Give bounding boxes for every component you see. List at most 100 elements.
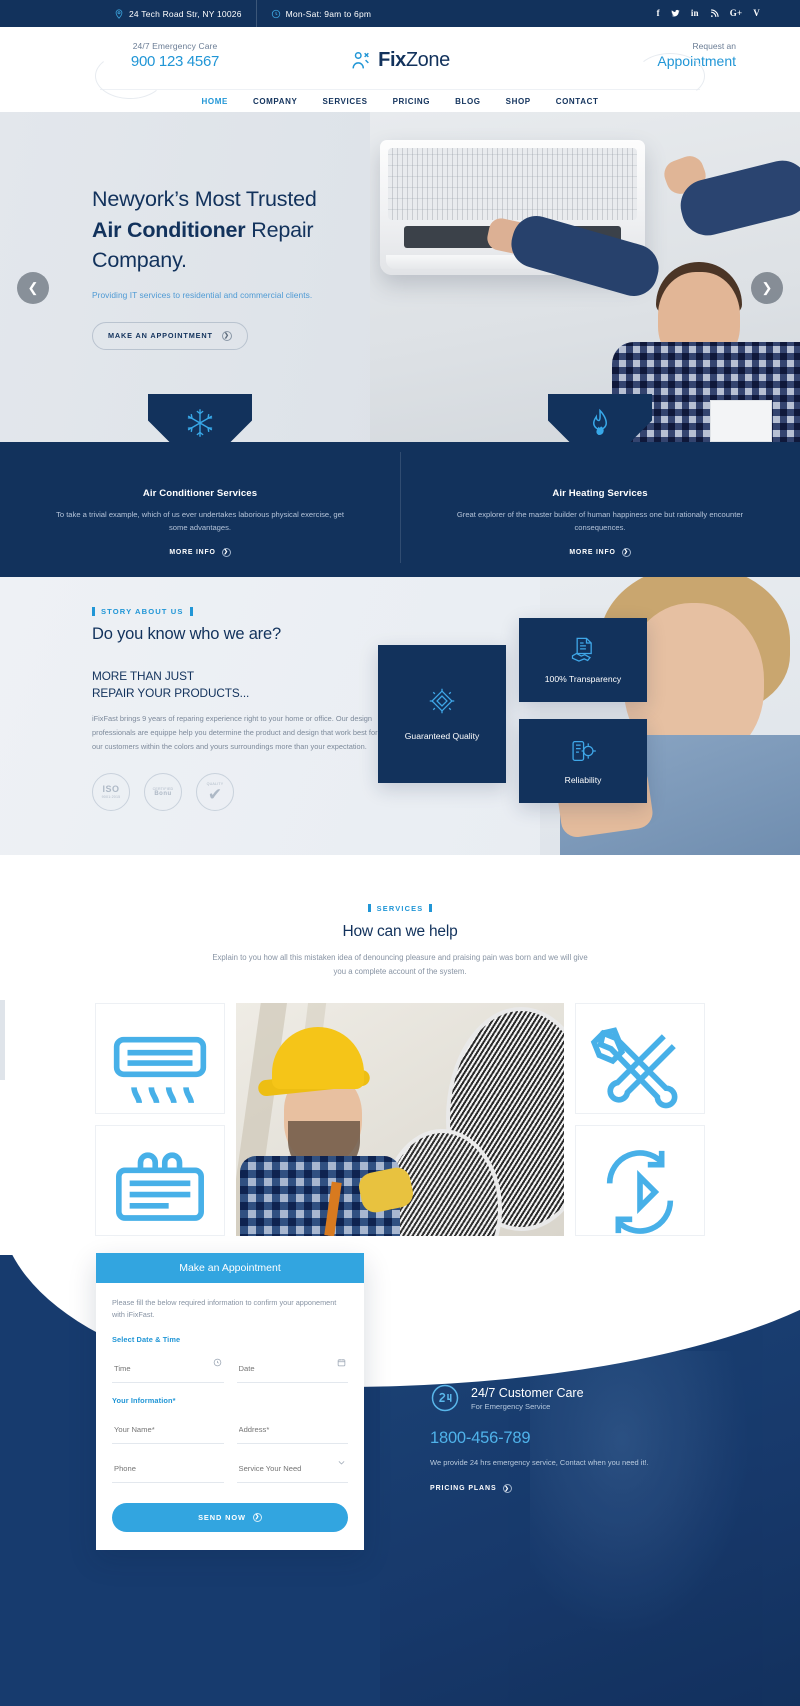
nav-item-home[interactable]: HOME <box>202 97 228 106</box>
feature-card-label: 100% Transparency <box>544 674 622 684</box>
customer-care-title: 24/7 Customer Care <box>471 1385 584 1400</box>
certification-badges: ISO 9001:2015 CERTIFIED Bonu QUALITY ✔ <box>92 772 382 811</box>
service-card-maintenance[interactable]: Maintenance Denounce pleasure account wa… <box>95 1125 225 1296</box>
more-info-button-2[interactable]: MORE INFO ❯ <box>569 547 631 557</box>
services-grid: Installation How this idea denouncing pl… <box>95 1003 705 1296</box>
hero-line3: Company. <box>92 248 187 273</box>
logo-text: FixZone <box>378 49 450 72</box>
band-card-air-conditioner: Air Conditioner Services To take a trivi… <box>0 394 400 577</box>
phone-input[interactable] <box>114 1463 222 1473</box>
clock-icon <box>213 1358 222 1367</box>
reliability-gear-icon <box>569 737 597 765</box>
services-section: SERVICES How can we help Explain to you … <box>0 855 800 1296</box>
customer-care-subtitle: For Emergency Service <box>471 1401 551 1411</box>
date-input[interactable] <box>238 1363 346 1373</box>
emergency-phone[interactable]: 900 123 4567 <box>60 53 290 70</box>
quality-check-badge: QUALITY ✔ <box>196 772 234 811</box>
about-subheading-line2: REPAIR YOUR PRODUCTS... <box>92 685 250 700</box>
about-heading: Do you know who we are? <box>92 625 281 643</box>
about-paragraph: iFixFast brings 9 years of reparing expe… <box>92 713 378 752</box>
pricing-plans-link[interactable]: PRICING PLANS ❯ <box>430 1484 512 1494</box>
send-now-label: SEND NOW <box>198 1512 246 1522</box>
hero-slider: Newyork’s Most Trusted Air Conditioner R… <box>0 112 800 442</box>
service-card-installation[interactable]: Installation How this idea denouncing pl… <box>95 1003 225 1174</box>
hero-line2-strong: Air Conditioner <box>92 217 246 242</box>
services-image <box>236 1003 564 1237</box>
address-item: 24 Tech Road Str, NY 10026 <box>100 0 256 27</box>
nav-item-services[interactable]: SERVICES <box>322 97 367 106</box>
service-select[interactable] <box>238 1463 346 1473</box>
check-icon: ✔ <box>207 784 223 804</box>
hero-heading: Newyork’s Most Trusted Air Conditioner R… <box>92 184 372 276</box>
services-eyebrow: SERVICES <box>367 903 433 913</box>
vimeo-icon[interactable]: V <box>753 9 760 18</box>
logo-text-part2: Zone <box>405 49 450 71</box>
address-text: 24 Tech Road Str, NY 10026 <box>129 8 242 19</box>
make-appointment-button[interactable]: MAKE AN APPOINTMENT ❯ <box>92 321 248 350</box>
facebook-icon[interactable]: f <box>657 9 660 18</box>
name-field-wrap[interactable] <box>112 1412 224 1444</box>
about-eyebrow: STORY ABOUT US <box>92 607 382 616</box>
time-input[interactable] <box>114 1363 222 1373</box>
address-input[interactable] <box>238 1424 346 1434</box>
send-now-button[interactable]: SEND NOW ❯ <box>112 1502 348 1532</box>
google-plus-icon[interactable]: G+ <box>730 9 743 18</box>
tick-icon <box>189 607 193 616</box>
service-band: Air Conditioner Services To take a trivi… <box>0 394 800 577</box>
snowflake-icon <box>185 408 215 438</box>
calendar-icon <box>337 1358 346 1367</box>
certified-badge-title: Bonu <box>154 791 172 798</box>
feature-card-transparency[interactable]: 100% Transparency <box>519 618 647 702</box>
service-card-repair[interactable]: Repair Great explorer of the truth, the … <box>575 1003 705 1174</box>
certified-bonus-badge: CERTIFIED Bonu <box>144 772 182 811</box>
hero-copy: Newyork’s Most Trusted Air Conditioner R… <box>92 184 372 350</box>
services-col-left: Installation How this idea denouncing pl… <box>95 1003 225 1296</box>
service-field-wrap[interactable] <box>236 1451 348 1483</box>
phone-field-wrap[interactable] <box>112 1451 224 1483</box>
main-nav: HOME COMPANY SERVICES PRICING BLOG SHOP … <box>100 89 700 112</box>
twitter-icon[interactable] <box>671 9 680 18</box>
hero-subtitle: Providing IT services to residential and… <box>92 289 313 300</box>
emergency-care-label: 24/7 Emergency Care <box>132 41 218 51</box>
name-input[interactable] <box>114 1424 222 1434</box>
carousel-prev-button[interactable]: ❮ <box>17 272 49 304</box>
customer-care-paragraph: We provide 24 hrs emergency service, Con… <box>430 1458 649 1467</box>
request-appointment-block[interactable]: Request an Appointment <box>510 41 760 69</box>
feature-card-reliability[interactable]: Reliability <box>519 719 647 803</box>
arrow-right-icon: ❯ <box>621 547 631 557</box>
carousel-next-button[interactable]: ❯ <box>751 272 783 304</box>
logo[interactable]: FixZone <box>290 41 510 72</box>
location-icon <box>114 8 124 19</box>
more-info-button-1[interactable]: MORE INFO ❯ <box>169 547 231 557</box>
tick-icon <box>429 904 433 912</box>
make-appointment-label: MAKE AN APPOINTMENT <box>108 331 213 341</box>
page-root: 24 Tech Road Str, NY 10026 Mon-Sat: 9am … <box>0 0 800 1706</box>
top-bar: 24 Tech Road Str, NY 10026 Mon-Sat: 9am … <box>0 0 800 27</box>
nav-item-blog[interactable]: BLOG <box>455 97 481 106</box>
logo-text-part1: Fix <box>378 49 406 71</box>
nav-item-shop[interactable]: SHOP <box>506 97 531 106</box>
services-heading: How can we help <box>342 923 458 940</box>
more-info-label: MORE INFO <box>569 548 616 556</box>
services-eyebrow-label: SERVICES <box>376 903 424 913</box>
document-handshake-icon <box>569 636 597 664</box>
arrow-right-icon: ❯ <box>221 547 231 557</box>
nav-item-company[interactable]: COMPANY <box>253 97 298 106</box>
about-subheading: MORE THAN JUST REPAIR YOUR PRODUCTS... <box>92 668 382 702</box>
linkedin-icon[interactable]: in <box>691 9 699 18</box>
top-bar-left: 24 Tech Road Str, NY 10026 Mon-Sat: 9am … <box>100 0 385 27</box>
time-field-wrap[interactable] <box>112 1351 224 1383</box>
rss-icon[interactable] <box>710 9 719 18</box>
feature-card-guaranteed-quality[interactable]: Guaranteed Quality <box>378 645 506 783</box>
date-field-wrap[interactable] <box>236 1351 348 1383</box>
services-header: SERVICES How can we help Explain to you … <box>0 899 800 978</box>
about-copy: STORY ABOUT US Do you know who we are? M… <box>92 607 382 811</box>
address-field-wrap[interactable] <box>236 1412 348 1444</box>
nav-item-contact[interactable]: CONTACT <box>556 97 599 106</box>
service-card-replacement[interactable]: Replacement Nor again is there anyone al… <box>575 1125 705 1296</box>
nav-item-pricing[interactable]: PRICING <box>393 97 431 106</box>
customer-care-phone[interactable]: 1800-456-789 <box>430 1429 680 1448</box>
replacement-icon <box>588 1140 692 1244</box>
chevron-right-icon: ❯ <box>761 280 773 295</box>
arrow-right-icon: ❯ <box>252 1512 262 1522</box>
